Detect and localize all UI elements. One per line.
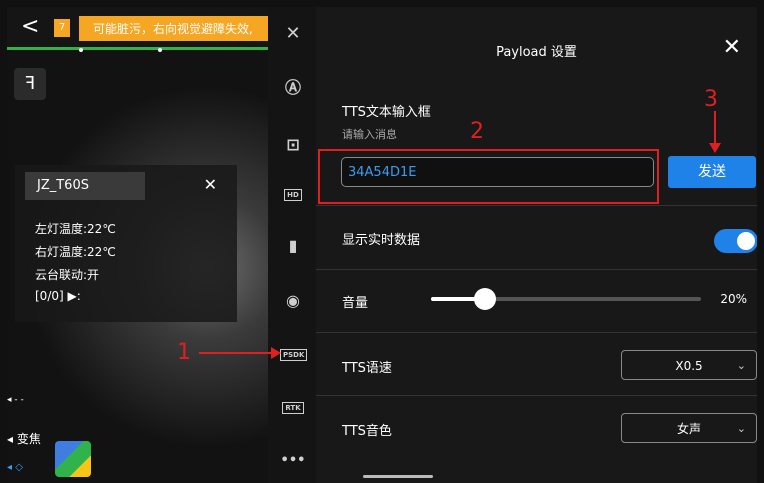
divider bbox=[316, 332, 757, 333]
chevron-down-icon: ⌄ bbox=[736, 422, 746, 435]
alert-message[interactable]: 可能脏污，右向视觉避障失效, bbox=[79, 16, 274, 41]
back-button[interactable]: < bbox=[21, 14, 39, 39]
divider bbox=[316, 205, 757, 206]
tts-label: TTS文本输入框 bbox=[342, 105, 431, 120]
gimbal-indicator: ◂ - - bbox=[7, 395, 24, 405]
voice-select[interactable]: 女声 ⌄ bbox=[621, 413, 757, 443]
rtk-label: RTK bbox=[282, 402, 304, 414]
map-icon[interactable] bbox=[55, 441, 91, 477]
psdk-icon[interactable]: PSDK bbox=[280, 343, 308, 365]
mode-icon[interactable]: Ⓐ bbox=[280, 77, 306, 99]
right-temp: 右灯温度:22℃ bbox=[35, 245, 116, 259]
more-icon[interactable]: ••• bbox=[280, 450, 306, 472]
sidebar: ✕ Ⓐ ⊡ HD ▮ ◉ PSDK RTK ••• bbox=[268, 7, 316, 483]
zoom-label[interactable]: ◂ 变焦 bbox=[7, 430, 41, 447]
tts-hint: 请输入消息 bbox=[342, 128, 397, 141]
speed-select[interactable]: X0.5 ⌄ bbox=[621, 350, 757, 380]
chevron-down-icon: ⌄ bbox=[736, 359, 746, 372]
speed-label: TTS语速 bbox=[342, 361, 392, 376]
payload-info-panel: JZ_T60S ✕ 左灯温度:22℃ 右灯温度:22℃ 云台联动:开 [0/0]… bbox=[15, 165, 237, 322]
status-dot bbox=[158, 48, 162, 52]
rtk-icon[interactable]: RTK bbox=[280, 396, 306, 418]
hd-icon[interactable]: HD bbox=[280, 183, 306, 205]
hd-label: HD bbox=[284, 189, 302, 201]
close-icon[interactable]: ✕ bbox=[723, 35, 741, 60]
annotation-number-3: 3 bbox=[704, 87, 718, 112]
alert-badge: 7 bbox=[54, 19, 70, 37]
gimbal-link: 云台联动:开 bbox=[35, 268, 100, 282]
close-icon[interactable]: ✕ bbox=[204, 175, 217, 194]
drone-logo-icon[interactable]: ꟻ bbox=[14, 68, 46, 100]
highlight-box bbox=[318, 149, 659, 204]
left-temp: 左灯温度:22℃ bbox=[35, 222, 116, 236]
voice-label: TTS音色 bbox=[342, 424, 392, 439]
panel-title: Payload 设置 bbox=[496, 45, 577, 60]
divider bbox=[316, 269, 757, 270]
battery-icon[interactable]: ▮ bbox=[280, 235, 306, 257]
payload-settings-panel: Payload 设置 ✕ TTS文本输入框 请输入消息 34A54D1E 发送 … bbox=[316, 7, 757, 483]
drone-icon[interactable]: ⊡ bbox=[280, 134, 306, 156]
device-name: JZ_T60S bbox=[25, 172, 145, 200]
playback-status[interactable]: [0/0] ▶: bbox=[35, 289, 81, 303]
status-dot bbox=[79, 48, 83, 52]
scroll-indicator[interactable] bbox=[363, 475, 433, 478]
status-line bbox=[7, 47, 268, 50]
annotation-arrow-1 bbox=[199, 347, 281, 359]
volume-slider[interactable] bbox=[431, 297, 701, 301]
psdk-label: PSDK bbox=[280, 349, 308, 361]
app-frame: < 7 可能脏污，右向视觉避障失效, ꟻ JZ_T60S ✕ 左灯温度:22℃ … bbox=[7, 7, 757, 483]
divider bbox=[316, 395, 757, 396]
volume-value: 20% bbox=[720, 292, 747, 306]
realtime-label: 显示实时数据 bbox=[342, 233, 421, 248]
realtime-toggle[interactable] bbox=[714, 229, 757, 253]
annotation-arrow-3 bbox=[709, 111, 721, 153]
annotation-number-2: 2 bbox=[470, 119, 484, 144]
volume-label: 音量 bbox=[342, 296, 369, 311]
camera-icon[interactable]: ◉ bbox=[280, 290, 306, 312]
send-button[interactable]: 发送 bbox=[668, 156, 756, 188]
volume-knob[interactable] bbox=[474, 288, 496, 310]
speed-value: X0.5 bbox=[675, 359, 703, 373]
camera-view: < 7 可能脏污，右向视觉避障失效, ꟻ JZ_T60S ✕ 左灯温度:22℃ … bbox=[7, 7, 274, 483]
camera-top-bar: < 7 可能脏污，右向视觉避障失效, bbox=[7, 7, 274, 47]
annotation-number-1: 1 bbox=[177, 340, 191, 365]
voice-value: 女声 bbox=[676, 422, 701, 436]
extra-indicator: ◂ ◇ bbox=[7, 462, 23, 473]
toggle-knob bbox=[737, 232, 755, 250]
propeller-icon[interactable]: ✕ bbox=[280, 23, 306, 45]
